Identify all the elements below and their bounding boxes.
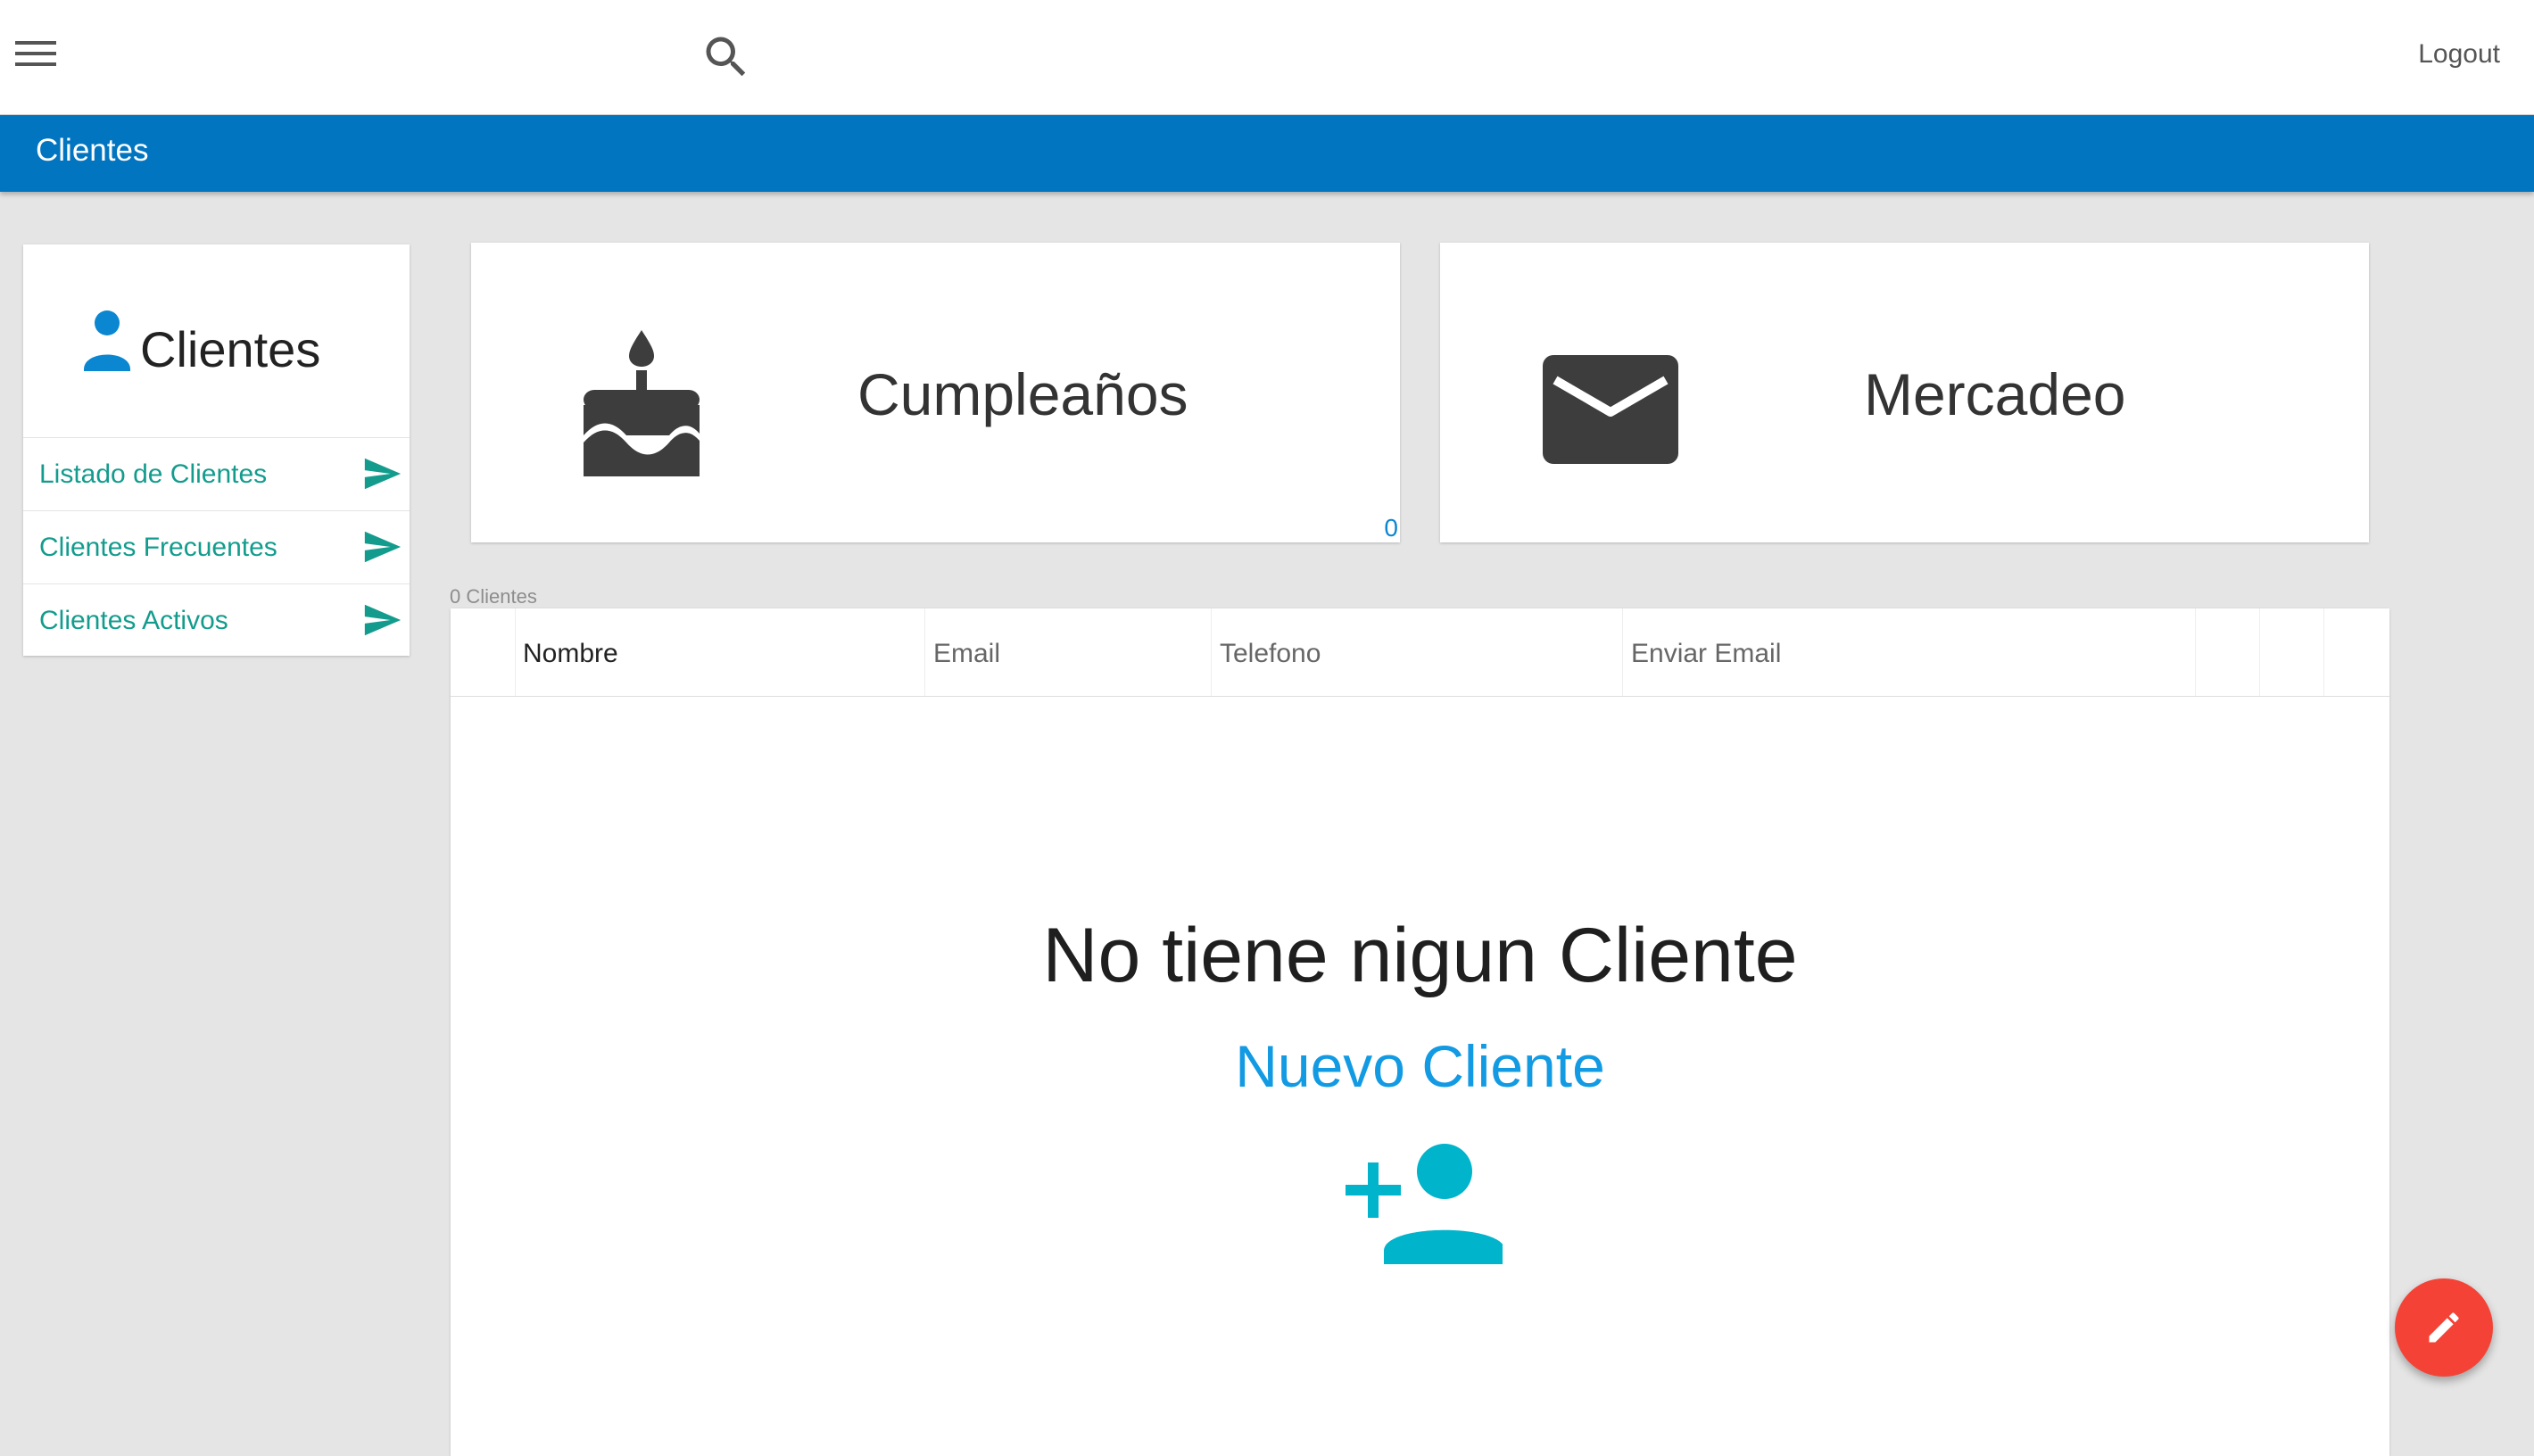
app-root: Logout Clientes Clientes Listado de Clie… (0, 0, 2534, 1456)
column-divider (2323, 608, 2324, 696)
column-divider (2259, 608, 2260, 696)
menu-icon[interactable] (12, 36, 59, 71)
client-count: 0 Clientes (450, 585, 537, 608)
column-divider (2195, 608, 2196, 696)
send-icon (361, 526, 402, 567)
add-person-icon[interactable] (1342, 1139, 1505, 1264)
column-header-email[interactable]: Email (933, 639, 1000, 669)
sidebar-item-label: Listado de Clientes (39, 459, 268, 489)
page-title: Clientes (36, 133, 149, 168)
birthdays-card[interactable]: Cumpleaños 0 (471, 243, 1400, 542)
sidebar-item-clientes-frecuentes[interactable]: Clientes Frecuentes (23, 510, 410, 583)
sidebar-item-label: Clientes Activos (39, 606, 228, 635)
sidebar-header: Clientes (23, 244, 410, 437)
column-header-telefono[interactable]: Telefono (1220, 639, 1321, 669)
send-icon (361, 453, 402, 494)
mail-icon (1543, 355, 1678, 464)
new-client-link[interactable]: Nuevo Cliente (451, 1032, 2389, 1100)
edit-icon (2429, 1312, 2459, 1343)
marketing-title: Mercadeo (1864, 361, 2126, 427)
sidebar-title: Clientes (140, 321, 321, 377)
sidebar-item-clientes-activos[interactable]: Clientes Activos (23, 583, 410, 657)
birthdays-count: 0 (1384, 514, 1398, 542)
edit-fab-button[interactable] (2395, 1278, 2493, 1377)
search-icon[interactable] (700, 30, 753, 84)
column-header-nombre[interactable]: Nombre (523, 639, 618, 669)
column-divider (1211, 608, 1212, 696)
table-header: Nombre Email Telefono Enviar Email (451, 608, 2389, 697)
sidebar-item-label: Clientes Frecuentes (39, 533, 277, 562)
birthdays-title: Cumpleaños (857, 361, 1188, 427)
cake-icon (580, 328, 703, 478)
send-icon (361, 600, 402, 641)
sidebar-item-listado-de-clientes[interactable]: Listado de Clientes (23, 437, 410, 510)
marketing-card[interactable]: Mercadeo (1440, 243, 2369, 542)
column-divider (924, 608, 925, 696)
page-header-bar: Clientes (0, 115, 2534, 192)
top-bar: Logout (0, 0, 2534, 115)
logout-link[interactable]: Logout (2418, 39, 2500, 70)
column-divider (1622, 608, 1623, 696)
column-divider (515, 608, 516, 696)
column-header-enviar-email[interactable]: Enviar Email (1631, 639, 1781, 669)
sidebar-card: Clientes Listado de Clientes Clientes Fr… (23, 244, 410, 656)
clients-table: Nombre Email Telefono Enviar Email No ti… (451, 608, 2389, 1456)
empty-state-message: No tiene nigun Cliente (1042, 913, 1798, 998)
